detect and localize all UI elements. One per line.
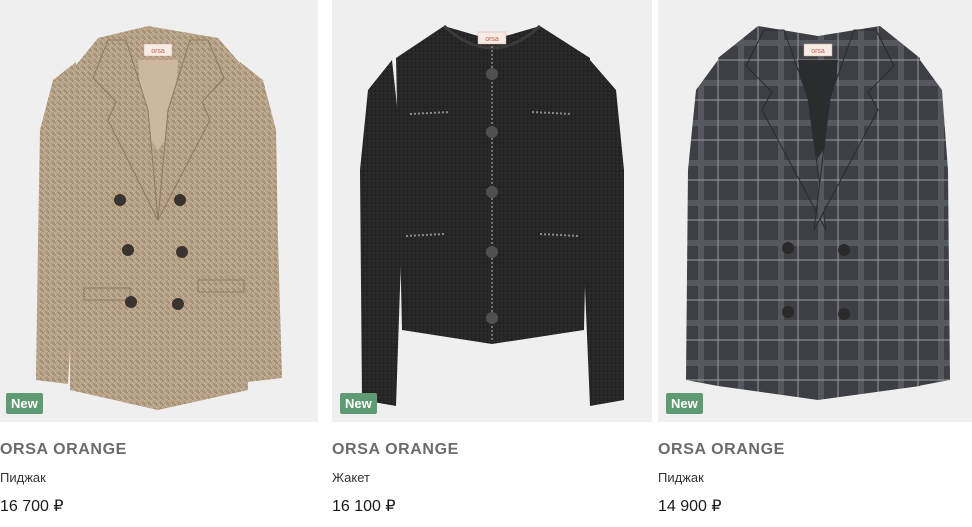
beige-blazer-icon: orsa (36, 26, 282, 410)
svg-text:orsa: orsa (151, 48, 165, 55)
product-name[interactable]: Жакет (332, 470, 370, 485)
new-badge: New (6, 393, 43, 414)
product-card[interactable]: orsa New ORSA ORANGE Жакет 16 100 ₽ (332, 0, 652, 527)
black-jacket-icon: orsa (360, 24, 624, 406)
product-brand[interactable]: ORSA ORANGE (0, 441, 127, 459)
grey-plaid-blazer-icon: orsa (686, 26, 950, 400)
new-badge: New (340, 393, 377, 414)
product-card[interactable]: orsa New ORSA ORANGE Пиджак 14 900 ₽ (658, 0, 972, 527)
product-name[interactable]: Пиджак (658, 470, 704, 485)
product-price: 16 100 ₽ (332, 498, 396, 515)
product-brand[interactable]: ORSA ORANGE (658, 441, 785, 459)
svg-text:orsa: orsa (485, 36, 499, 43)
product-price: 16 700 ₽ (0, 498, 64, 515)
product-image[interactable]: orsa (658, 0, 972, 422)
svg-text:orsa: orsa (811, 48, 825, 55)
new-badge: New (666, 393, 703, 414)
product-grid: orsa New ORSA ORANGE Пиджак 16 700 ₽ ors… (0, 0, 972, 527)
product-brand[interactable]: ORSA ORANGE (332, 441, 459, 459)
product-image[interactable]: orsa (332, 0, 652, 422)
product-card[interactable]: orsa New ORSA ORANGE Пиджак 16 700 ₽ (0, 0, 318, 527)
product-name[interactable]: Пиджак (0, 470, 46, 485)
product-price: 14 900 ₽ (658, 498, 722, 515)
product-image[interactable]: orsa (0, 0, 318, 422)
